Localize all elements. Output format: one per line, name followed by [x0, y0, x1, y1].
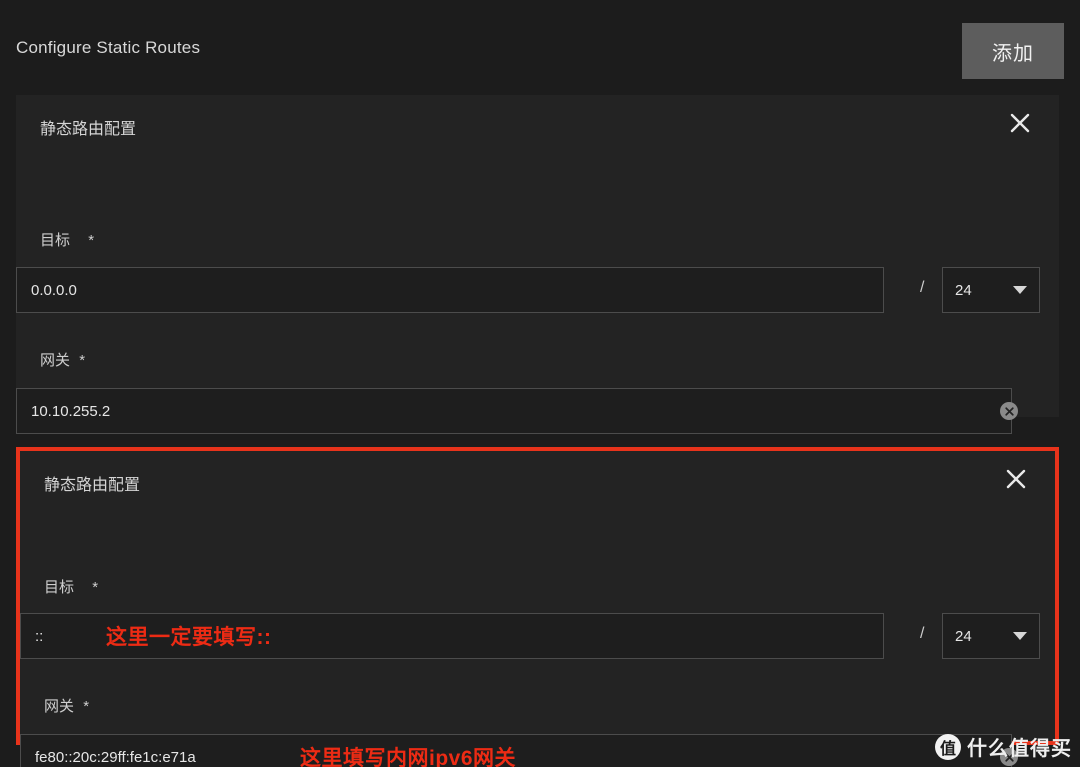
destination-label-text-2: 目标: [44, 579, 75, 596]
clear-circle-icon[interactable]: [1000, 402, 1018, 420]
static-route-card-1: 静态路由配置 目标 * 0.0.0.0 / 24 网关 * 10.10.255.…: [16, 95, 1059, 434]
destination-required-marker-1: *: [88, 232, 95, 249]
prefix-length-value-2: 24: [955, 627, 972, 645]
gateway-input-1[interactable]: 10.10.255.2: [16, 388, 1012, 434]
static-routes-page: Configure Static Routes 添加 静态路由配置 目标 * 0…: [0, 0, 1080, 767]
destination-input-value-2: ::: [35, 627, 44, 645]
gateway-label-text-1: 网关: [40, 352, 71, 369]
gateway-input-value-2: fe80::20c:29ff:fe1c:e71a: [35, 748, 196, 766]
gateway-input-2[interactable]: fe80::20c:29ff:fe1c:e71a: [20, 734, 1012, 767]
page-title: Configure Static Routes: [16, 38, 201, 57]
static-route-card-2: 静态路由配置 目标 * :: 这里一定要填写:: / 24 网关 * fe80:…: [16, 447, 1059, 767]
gateway-label-2: 网关 *: [44, 695, 89, 716]
gateway-required-marker-1: *: [79, 352, 86, 369]
destination-label-1: 目标 *: [40, 229, 94, 250]
gateway-required-marker-2: *: [83, 698, 90, 715]
card-header-2: 静态路由配置: [20, 451, 1055, 509]
close-icon[interactable]: [1003, 106, 1037, 140]
page-header: Configure Static Routes 添加: [0, 0, 1080, 95]
clear-circle-icon[interactable]: [1000, 748, 1018, 766]
destination-label-2: 目标 *: [44, 576, 98, 597]
destination-input-value-1: 0.0.0.0: [31, 281, 77, 299]
card-title-2: 静态路由配置: [44, 477, 141, 494]
add-route-button[interactable]: 添加: [962, 23, 1064, 79]
prefix-length-value-1: 24: [955, 281, 972, 299]
gateway-input-value-1: 10.10.255.2: [31, 402, 111, 420]
chevron-down-icon: [1013, 632, 1027, 640]
gateway-label-1: 网关 *: [40, 349, 85, 370]
destination-input-2[interactable]: ::: [20, 613, 884, 659]
close-icon[interactable]: [999, 462, 1033, 496]
destination-required-marker-2: *: [92, 579, 99, 596]
gateway-label-text-2: 网关: [44, 698, 75, 715]
prefix-length-select-2[interactable]: 24: [942, 613, 1040, 659]
destination-input-1[interactable]: 0.0.0.0: [16, 267, 884, 313]
card-title-1: 静态路由配置: [40, 121, 137, 138]
destination-label-text-1: 目标: [40, 232, 71, 249]
prefix-length-select-1[interactable]: 24: [942, 267, 1040, 313]
chevron-down-icon: [1013, 286, 1027, 294]
prefix-separator-2: /: [920, 625, 925, 642]
prefix-separator-1: /: [920, 279, 925, 296]
card-header-1: 静态路由配置: [16, 95, 1059, 153]
